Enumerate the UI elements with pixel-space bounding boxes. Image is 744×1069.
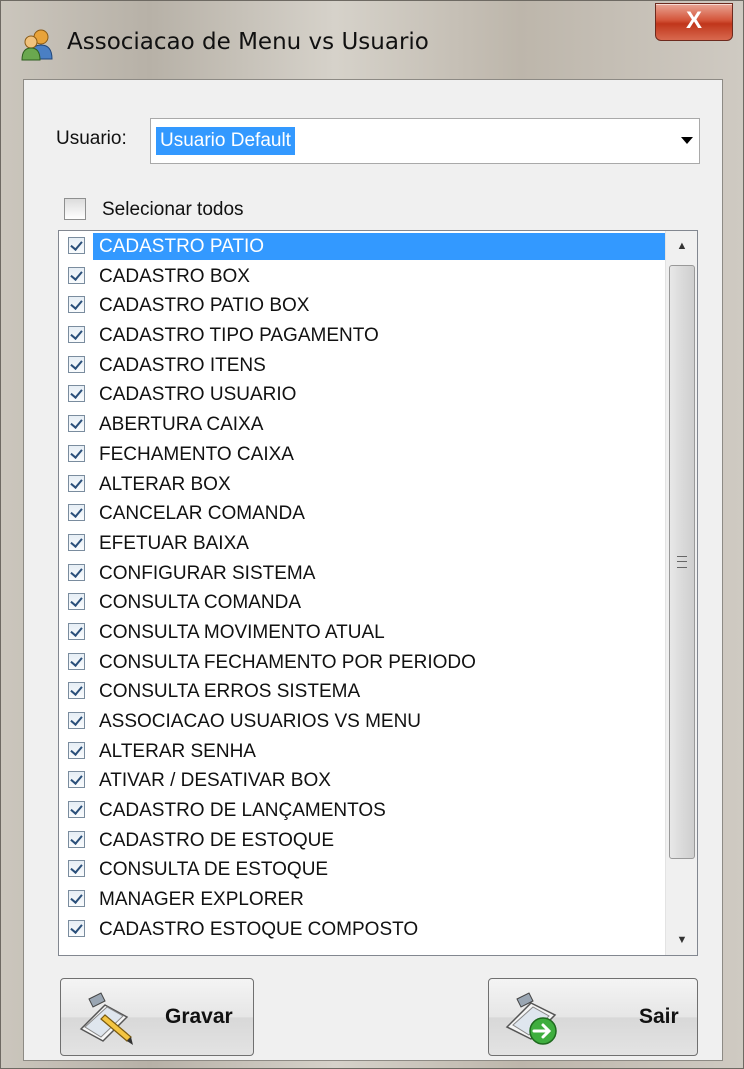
menu-list-items: CADASTRO PATIO CADASTRO BOX CADASTRO PATIO… xyxy=(59,231,667,944)
list-item[interactable]: CADASTRO DE ESTOQUE xyxy=(59,825,665,855)
list-item-label: CONSULTA ERROS SISTEMA xyxy=(99,681,361,703)
checkbox-checked[interactable] xyxy=(68,830,85,848)
checkbox-checked[interactable] xyxy=(68,296,85,314)
select-all-checkbox[interactable]: Selecionar todos xyxy=(64,198,244,224)
checkbox-checked[interactable] xyxy=(68,860,85,878)
list-item[interactable]: CONSULTA MOVIMENTO ATUAL xyxy=(59,617,665,647)
list-item[interactable]: CONSULTA COMANDA xyxy=(59,587,665,617)
exit-button[interactable]: Sair xyxy=(488,978,698,1056)
list-item-label: FECHAMENTO CAIXA xyxy=(99,443,294,465)
list-item-label: CANCELAR COMANDA xyxy=(99,503,305,525)
checkbox-checked[interactable] xyxy=(68,326,85,344)
window-title: Associacao de Menu vs Usuario xyxy=(67,29,429,55)
title-bar[interactable]: Associacao de Menu vs Usuario X xyxy=(1,1,743,79)
grip-icon xyxy=(677,556,687,568)
vertical-scrollbar[interactable]: ▲ ▼ xyxy=(665,231,697,955)
list-item-label: CONFIGURAR SISTEMA xyxy=(99,562,316,584)
dialog-client-area: Usuario: Usuario Default Selecionar todo… xyxy=(23,79,723,1061)
list-item-label: CONSULTA MOVIMENTO ATUAL xyxy=(99,621,385,643)
list-item[interactable]: CADASTRO PATIO BOX xyxy=(59,290,665,320)
list-item-label: CONSULTA DE ESTOQUE xyxy=(99,859,329,881)
usuario-label: Usuario: xyxy=(56,128,127,149)
exit-button-label: Sair xyxy=(639,1005,679,1028)
users-app-icon xyxy=(21,29,53,61)
usuario-select[interactable]: Usuario Default xyxy=(150,118,700,164)
list-item[interactable]: ABERTURA CAIXA xyxy=(59,409,665,439)
list-item[interactable]: CONSULTA ERROS SISTEMA xyxy=(59,676,665,706)
list-item[interactable]: CADASTRO PATIO xyxy=(59,231,667,261)
checkbox-checked[interactable] xyxy=(68,355,85,373)
close-button[interactable]: X xyxy=(655,3,733,41)
list-item-label: ATIVAR / DESATIVAR BOX xyxy=(99,770,331,792)
checkbox-checked[interactable] xyxy=(68,741,85,759)
select-all-label: Selecionar todos xyxy=(102,199,244,220)
checkbox-checked[interactable] xyxy=(68,622,85,640)
save-button-label: Gravar xyxy=(165,1005,233,1028)
list-item-label: EFETUAR BAIXA xyxy=(99,532,249,554)
list-item[interactable]: CADASTRO USUARIO xyxy=(59,379,665,409)
list-item-label: CADASTRO TIPO PAGAMENTO xyxy=(99,325,379,347)
list-item-label: CADASTRO ESTOQUE COMPOSTO xyxy=(99,918,419,940)
scroll-down-button[interactable]: ▼ xyxy=(668,925,696,955)
list-item[interactable]: CONFIGURAR SISTEMA xyxy=(59,558,665,588)
checkbox-checked[interactable] xyxy=(68,890,85,908)
checkbox-checked[interactable] xyxy=(68,266,85,284)
exit-arrow-icon xyxy=(505,992,557,1045)
list-item[interactable]: CADASTRO ESTOQUE COMPOSTO xyxy=(59,914,665,944)
menu-checked-list[interactable]: CADASTRO PATIO CADASTRO BOX CADASTRO PATIO… xyxy=(58,230,698,956)
list-item-label: ASSOCIACAO USUARIOS VS MENU xyxy=(99,711,422,732)
list-item-label: MANAGER EXPLORER xyxy=(99,889,304,911)
checkbox-unchecked[interactable] xyxy=(64,198,86,220)
checkbox-checked[interactable] xyxy=(68,474,85,492)
list-item-label: CONSULTA COMANDA xyxy=(99,592,301,614)
dialog-window: Associacao de Menu vs Usuario X Usuario:… xyxy=(0,0,744,1069)
list-item-label: CADASTRO PATIO xyxy=(93,233,667,260)
checkbox-checked[interactable] xyxy=(68,919,85,937)
list-item[interactable]: ATIVAR / DESATIVAR BOX xyxy=(59,765,665,795)
list-item[interactable]: CADASTRO DE LANÇAMENTOS xyxy=(59,795,665,825)
checkbox-checked[interactable] xyxy=(68,237,85,254)
checkbox-checked[interactable] xyxy=(68,563,85,581)
checkbox-checked[interactable] xyxy=(68,652,85,670)
list-item[interactable]: CANCELAR COMANDA xyxy=(59,498,665,528)
list-item[interactable]: ALTERAR BOX xyxy=(59,469,665,499)
checkbox-checked[interactable] xyxy=(68,504,85,522)
checkbox-checked[interactable] xyxy=(68,444,85,462)
list-item-label: CADASTRO BOX xyxy=(99,265,250,287)
list-item-label: CADASTRO DE ESTOQUE xyxy=(99,829,335,851)
list-item[interactable]: CONSULTA DE ESTOQUE xyxy=(59,854,665,884)
edit-document-icon xyxy=(79,992,133,1045)
scroll-up-button[interactable]: ▲ xyxy=(668,231,696,261)
checkbox-checked[interactable] xyxy=(68,801,85,819)
checkbox-checked[interactable] xyxy=(68,385,85,403)
checkbox-checked[interactable] xyxy=(68,415,85,433)
checkbox-checked[interactable] xyxy=(68,533,85,551)
list-item[interactable]: ASSOCIACAO USUARIOS VS MENU xyxy=(59,706,665,736)
list-item-label: ALTERAR BOX xyxy=(99,473,231,495)
list-item-label: CADASTRO DE LANÇAMENTOS xyxy=(99,800,386,822)
close-icon: X xyxy=(685,7,702,34)
save-button[interactable]: Gravar xyxy=(60,978,254,1056)
checkbox-checked[interactable] xyxy=(68,593,85,611)
list-item[interactable]: MANAGER EXPLORER xyxy=(59,884,665,914)
list-item-label: ABERTURA CAIXA xyxy=(99,414,264,436)
list-item[interactable]: EFETUAR BAIXA xyxy=(59,528,665,558)
list-item-label: CONSULTA FECHAMENTO POR PERIODO xyxy=(99,651,476,673)
checkbox-checked[interactable] xyxy=(68,771,85,789)
list-item-label: ALTERAR SENHA xyxy=(99,740,256,762)
list-item[interactable]: FECHAMENTO CAIXA xyxy=(59,439,665,469)
list-item-label: CADASTRO PATIO BOX xyxy=(99,295,310,317)
list-item[interactable]: CADASTRO ITENS xyxy=(59,350,665,380)
list-item[interactable]: ALTERAR SENHA xyxy=(59,736,665,766)
scroll-thumb[interactable] xyxy=(669,265,695,859)
usuario-selected-value: Usuario Default xyxy=(156,127,295,155)
list-item[interactable]: CONSULTA FECHAMENTO POR PERIODO xyxy=(59,647,665,677)
list-item[interactable]: CADASTRO BOX xyxy=(59,261,665,291)
checkbox-checked[interactable] xyxy=(68,712,85,729)
list-item[interactable]: CADASTRO TIPO PAGAMENTO xyxy=(59,320,665,350)
checkbox-checked[interactable] xyxy=(68,682,85,700)
chevron-down-icon[interactable] xyxy=(681,137,693,144)
list-item-label: CADASTRO USUARIO xyxy=(99,384,297,406)
list-item-label: CADASTRO ITENS xyxy=(99,354,266,376)
